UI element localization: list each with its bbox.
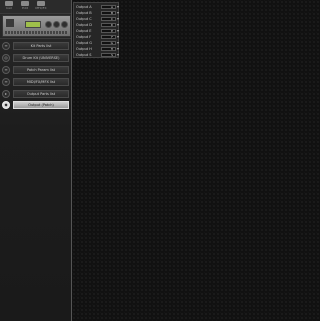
output-select[interactable]: A bbox=[101, 5, 119, 9]
outputs-panel: Output A A Output B B Output C C Output … bbox=[73, 2, 119, 58]
midi-icon: ≡ bbox=[2, 78, 10, 86]
instrument-tab-label: Inst bbox=[6, 6, 12, 10]
output-select[interactable]: F bbox=[101, 35, 119, 39]
device-logo bbox=[6, 19, 14, 27]
sidebar-item-drum-kit[interactable]: ◎ Drum Kit (UNIVERSE) bbox=[0, 53, 71, 63]
sidebar-item-patch-params[interactable]: ≡ Patch Param list bbox=[0, 65, 71, 75]
output-select[interactable]: C bbox=[101, 17, 119, 21]
device-pads bbox=[5, 31, 67, 34]
output-row: Output S S bbox=[75, 52, 119, 58]
patch-icon: ≡ bbox=[2, 66, 10, 74]
output-label: Output S bbox=[76, 53, 92, 57]
sidebar-item-output[interactable]: ◆ Output (Patch) bbox=[0, 100, 71, 110]
sidebar-item-label: MIDI/FX/MFX list bbox=[13, 78, 69, 86]
sidebar-item-label: Output Parts list bbox=[13, 90, 69, 98]
sidebar-item-label: Kit Parts list bbox=[13, 42, 69, 50]
output-select[interactable]: D bbox=[101, 23, 119, 27]
instrument-tab[interactable]: Inst bbox=[2, 1, 16, 12]
output-select[interactable]: H bbox=[101, 47, 119, 51]
device-image bbox=[2, 15, 71, 37]
output-list-icon: ▸ bbox=[2, 90, 10, 98]
output-select[interactable]: B bbox=[101, 11, 119, 15]
sidebar-item-midi-fx[interactable]: ≡ MIDI/FX/MFX list bbox=[0, 77, 71, 87]
output-select[interactable]: E bbox=[101, 29, 119, 33]
sidebar-toolbar: Inst Edit MFX/FX bbox=[0, 0, 71, 14]
edit-tab-label: Edit bbox=[22, 6, 28, 10]
effects-tab-label: MFX/FX bbox=[35, 6, 47, 10]
parts-icon: ≡ bbox=[2, 42, 10, 50]
device-lcd bbox=[25, 21, 41, 28]
device-knob bbox=[45, 21, 52, 28]
device-knob bbox=[61, 21, 68, 28]
output-select[interactable]: S bbox=[101, 53, 119, 57]
sidebar: Inst Edit MFX/FX ≡ Kit Parts list ◎ Drum… bbox=[0, 0, 72, 321]
sidebar-item-label: Drum Kit (UNIVERSE) bbox=[13, 54, 69, 62]
sidebar-item-label: Output (Patch) bbox=[13, 101, 69, 109]
effects-tab[interactable]: MFX/FX bbox=[34, 1, 48, 12]
sidebar-item-output-parts[interactable]: ▸ Output Parts list bbox=[0, 89, 71, 99]
device-knob bbox=[53, 21, 60, 28]
drumkit-icon: ◎ bbox=[2, 54, 10, 62]
sidebar-item-kit-parts[interactable]: ≡ Kit Parts list bbox=[0, 41, 71, 51]
output-select[interactable]: G bbox=[101, 41, 119, 45]
divider bbox=[0, 38, 71, 39]
edit-tab[interactable]: Edit bbox=[18, 1, 32, 12]
output-icon: ◆ bbox=[2, 101, 10, 109]
sidebar-item-label: Patch Param list bbox=[13, 66, 69, 74]
